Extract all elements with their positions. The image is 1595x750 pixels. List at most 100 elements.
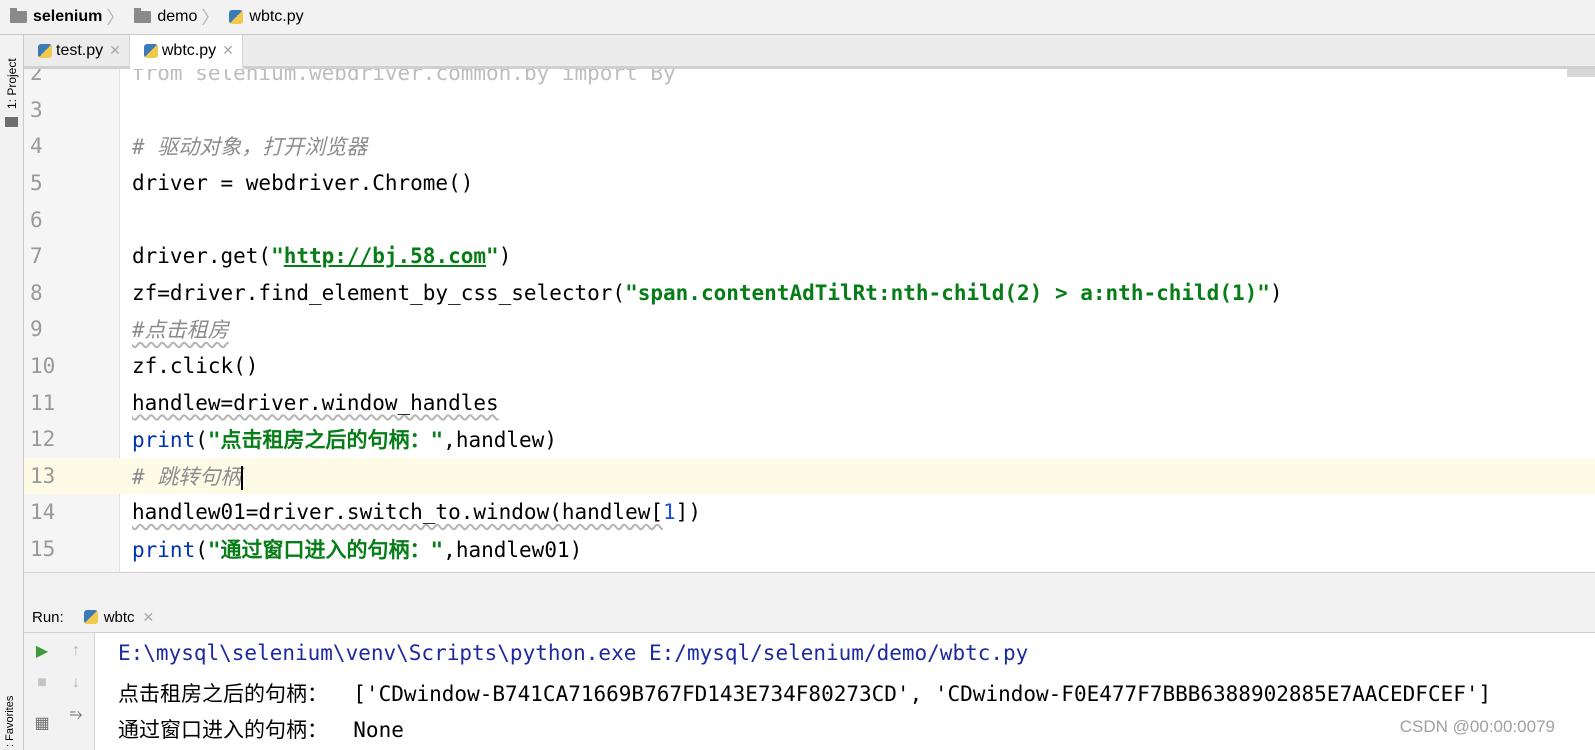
tab-label: wbtc.py xyxy=(161,41,217,59)
code-line-current[interactable]: 13 # 跳转句柄 xyxy=(24,457,1595,495)
run-console[interactable]: E:\mysql\selenium\venv\Scripts\python.ex… xyxy=(95,633,1595,750)
console-line: 通过窗口进入的句柄： None xyxy=(118,718,404,742)
code-comment: #点击租房 xyxy=(132,318,229,343)
breadcrumb-label: selenium xyxy=(33,8,103,25)
code-number: 1 xyxy=(663,500,676,525)
breadcrumb-label: demo xyxy=(157,8,198,25)
code-text: zf.click() xyxy=(132,354,259,379)
breadcrumb-file[interactable]: wbtc.py xyxy=(219,0,304,34)
chevron-right-icon: 〉 xyxy=(106,8,125,28)
line-number: 13 xyxy=(24,457,119,495)
editor-tab-bar: test.py ✕ wbtc.py ✕ xyxy=(24,35,1595,69)
code-token: ]) xyxy=(675,500,701,525)
code-line[interactable]: 6 xyxy=(24,201,1595,238)
code-line[interactable]: 11 handlew=driver.window_handles xyxy=(24,384,1595,421)
run-panel-label: Run: xyxy=(32,608,64,626)
code-line[interactable]: 14 handlew01=driver.switch_to.window(han… xyxy=(24,494,1595,531)
watermark: CSDN @00:00:0079 xyxy=(1399,717,1555,736)
layout-icon[interactable]: ▦ xyxy=(32,713,52,733)
code-token: By xyxy=(637,69,676,86)
rerun-icon[interactable]: ▶ xyxy=(32,641,52,661)
breadcrumb-folder[interactable]: demo 〉 xyxy=(124,0,219,34)
line-number: 10 xyxy=(30,354,56,379)
code-line[interactable]: 15 print("通过窗口进入的句柄：",handlew01) xyxy=(24,531,1595,568)
code-comment: # 驱动对象，打开浏览器 xyxy=(132,135,368,160)
scroll-up-icon[interactable]: ↑ xyxy=(66,641,86,661)
breadcrumb-project[interactable]: selenium 〉 xyxy=(0,0,124,34)
line-number: 6 xyxy=(30,207,43,232)
tab-test-py[interactable]: test.py ✕ xyxy=(24,35,130,66)
python-file-icon xyxy=(83,610,98,624)
code-token: handlew01=driver.switch_to.window(handle… xyxy=(132,500,664,525)
code-token: ,handlew01) xyxy=(443,538,583,563)
chevron-right-icon: 〉 xyxy=(201,8,220,28)
code-line[interactable]: 3 xyxy=(24,92,1595,129)
code-string: "点击租房之后的句柄：" xyxy=(207,428,444,453)
python-file-icon xyxy=(229,10,244,24)
line-number: 14 xyxy=(30,500,56,525)
code-line[interactable]: 9 #点击租房 xyxy=(24,311,1595,348)
code-text: driver = webdriver.Chrome() xyxy=(132,171,474,196)
line-number: 12 xyxy=(30,427,56,452)
code-line[interactable]: 8 zf=driver.find_element_by_css_selector… xyxy=(24,275,1595,312)
panel-splitter[interactable] xyxy=(24,572,1595,603)
line-number: 4 xyxy=(30,134,43,159)
code-string: " xyxy=(486,244,499,269)
code-comment: # 跳转句柄 xyxy=(132,464,242,489)
code-url-link[interactable]: http://bj.58.com xyxy=(284,244,486,268)
line-number: 15 xyxy=(30,537,56,562)
code-token: ) xyxy=(1269,280,1283,305)
code-token: ,handlew) xyxy=(443,428,557,453)
python-file-icon xyxy=(38,43,52,58)
code-text: handlew=driver.window_handles xyxy=(132,390,499,415)
text-caret xyxy=(241,465,243,490)
close-icon[interactable]: ✕ xyxy=(143,609,155,626)
line-number: 9 xyxy=(30,317,43,342)
code-token: import xyxy=(561,69,638,86)
navigation-bar: selenium 〉 demo 〉 wbtc.py xyxy=(0,0,1595,35)
soft-wrap-icon[interactable]: ⥱ xyxy=(66,705,86,725)
run-tab-wbtc[interactable]: wbtc ✕ xyxy=(83,608,155,626)
code-token: ( xyxy=(195,538,208,563)
tab-label: test.py xyxy=(56,41,104,59)
favorites-tool-button[interactable]: : Favorites xyxy=(4,696,16,747)
code-string: "通过窗口进入的句柄：" xyxy=(207,538,444,563)
left-tool-strip: 1: Project : Favorites xyxy=(0,35,24,750)
code-string: "span.contentAdTilRt:nth-child(2) > a:nt… xyxy=(625,280,1270,305)
code-builtin: print xyxy=(132,538,196,563)
code-token: ) xyxy=(498,244,512,269)
python-file-icon xyxy=(143,43,158,58)
code-token: zf=driver.find_element_by_css_selector( xyxy=(132,280,626,305)
folder-icon xyxy=(10,8,27,23)
code-line[interactable]: 12 print("点击租房之后的句柄：",handlew) xyxy=(24,421,1595,458)
console-line: 点击租房之后的句柄： ['CDwindow-B741CA71669B767FD1… xyxy=(118,682,1492,706)
code-string: " xyxy=(271,244,284,269)
code-line[interactable]: 7 driver.get("http://bj.58.com") xyxy=(24,238,1595,275)
folder-icon xyxy=(5,117,18,127)
code-builtin: print xyxy=(132,428,196,453)
line-number: 8 xyxy=(30,280,43,305)
project-tool-button[interactable]: 1: Project xyxy=(5,58,19,109)
breadcrumb-label: wbtc.py xyxy=(249,8,304,25)
stop-icon[interactable]: ■ xyxy=(32,673,52,693)
line-number: 5 xyxy=(30,171,43,196)
code-token: selenium.webdriver.common.by xyxy=(182,69,562,86)
close-icon[interactable]: ✕ xyxy=(222,42,234,59)
code-line[interactable]: 10 zf.click() xyxy=(24,348,1595,385)
close-icon[interactable]: ✕ xyxy=(109,42,121,59)
line-number: 11 xyxy=(30,390,56,415)
run-toolbar: ▶ ■ ▦ ↑ ↓ ⥱ xyxy=(24,633,95,750)
code-editor[interactable]: 2 from selenium.webdriver.common.by impo… xyxy=(24,69,1595,572)
code-token: from xyxy=(132,69,183,86)
tab-wbtc-py[interactable]: wbtc.py ✕ xyxy=(129,35,243,69)
line-number: 3 xyxy=(30,97,43,122)
code-line[interactable]: 5 driver = webdriver.Chrome() xyxy=(24,165,1595,202)
run-tab-label: wbtc xyxy=(103,608,135,626)
console-line: E:\mysql\selenium\venv\Scripts\python.ex… xyxy=(118,641,1029,665)
scroll-down-icon[interactable]: ↓ xyxy=(66,673,86,693)
line-number: 7 xyxy=(30,244,43,269)
code-line[interactable]: 2 from selenium.webdriver.common.by impo… xyxy=(24,69,1595,92)
folder-icon xyxy=(134,8,152,23)
code-token: driver.get( xyxy=(132,244,272,269)
code-line[interactable]: 4 # 驱动对象，打开浏览器 xyxy=(24,128,1595,165)
